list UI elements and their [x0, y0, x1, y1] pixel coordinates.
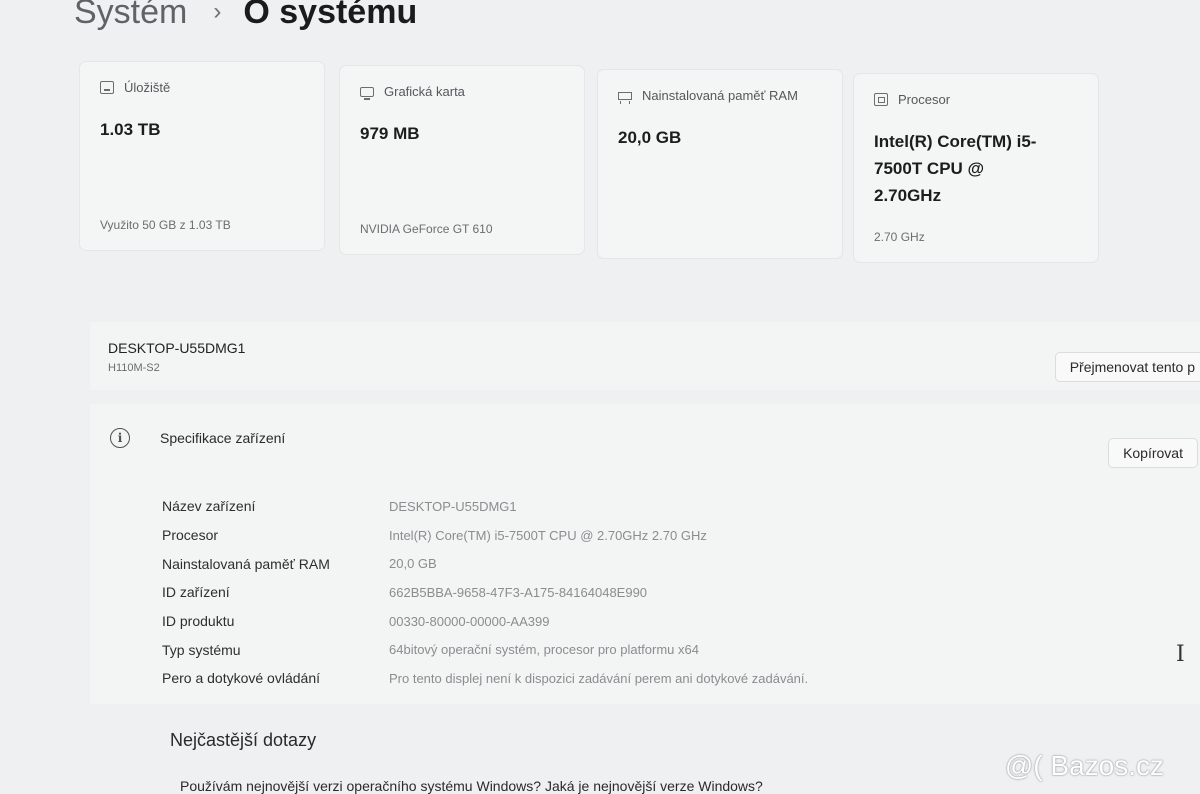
device-specifications-section: i Specifikace zařízení Kopírovat Název z… — [90, 404, 1200, 704]
faq-title: Nejčastější dotazy — [170, 730, 317, 750]
device-model: H110M-S2 — [108, 362, 160, 374]
breadcrumb-separator: › — [213, 0, 222, 25]
processor-icon — [874, 93, 888, 106]
spec-label: ID zařízení — [162, 584, 230, 601]
breadcrumb: Systém › O systému — [74, 0, 417, 38]
spec-row-pen-touch: Pero a dotykové ovládání Pro tento displ… — [162, 664, 808, 693]
spec-value[interactable]: 662B5BBA-9658-47F3-A175-84164048E990 — [389, 585, 647, 600]
spec-row-device-name: Název zařízení DESKTOP-U55DMG1 — [162, 492, 808, 521]
spec-label: Typ systému — [162, 641, 241, 658]
spec-value[interactable]: Pro tento displej není k dispozici zadáv… — [389, 671, 808, 686]
monitor-icon — [360, 86, 374, 100]
storage-card-title: Úložiště — [124, 80, 171, 95]
spec-label: Pero a dotykové ovládání — [162, 670, 320, 687]
device-specifications-title: Specifikace zařízení — [160, 430, 286, 446]
processor-card[interactable]: Procesor Intel(R) Core(TM) i5-7500T CPU … — [854, 74, 1098, 262]
info-icon: i — [110, 428, 130, 448]
graphics-card-adapter: NVIDIA GeForce GT 610 — [360, 222, 493, 236]
text-cursor-icon: I — [1176, 642, 1185, 667]
processor-card-title: Procesor — [898, 92, 951, 107]
spec-row-system-type: Typ systému 64bitový operační systém, pr… — [162, 635, 808, 664]
specification-list: Název zařízení DESKTOP-U55DMG1 Procesor … — [162, 492, 808, 693]
spec-row-product-id: ID produktu 00330-80000-00000-AA399 — [162, 607, 808, 636]
faq-question-link[interactable]: Používám nejnovější verzi operačního sys… — [180, 778, 763, 794]
graphics-card-title: Grafická karta — [384, 84, 465, 99]
spec-value[interactable]: 64bitový operační systém, procesor pro p… — [389, 642, 699, 657]
spec-label: Nainstalovaná paměť RAM — [162, 555, 330, 572]
memory-icon — [618, 91, 632, 103]
spec-value[interactable]: Intel(R) Core(TM) i5-7500T CPU @ 2.70GHz… — [389, 528, 707, 543]
spec-row-processor: Procesor Intel(R) Core(TM) i5-7500T CPU … — [162, 521, 808, 550]
rename-pc-button[interactable]: Přejmenovat tento p — [1054, 352, 1200, 382]
graphics-card[interactable]: Grafická karta 979 MB NVIDIA GeForce GT … — [340, 66, 584, 254]
spec-value[interactable]: 00330-80000-00000-AA399 — [389, 614, 549, 629]
spec-row-ram: Nainstalovaná paměť RAM 20,0 GB — [162, 549, 808, 578]
storage-card-header: Úložiště — [100, 80, 170, 95]
storage-card-usage: Využito 50 GB z 1.03 TB — [100, 218, 231, 232]
watermark: @( Bazos.cz — [1004, 750, 1164, 781]
spec-label: ID produktu — [162, 613, 235, 630]
ram-card-title: Nainstalovaná paměť RAM — [642, 88, 798, 103]
spec-row-device-id: ID zařízení 662B5BBA-9658-47F3-A175-8416… — [162, 578, 808, 607]
spec-label: Název zařízení — [162, 498, 256, 515]
spec-label: Procesor — [162, 527, 219, 544]
spec-value[interactable]: DESKTOP-U55DMG1 — [389, 499, 517, 514]
processor-card-header: Procesor — [874, 92, 950, 107]
copy-button[interactable]: Kopírovat — [1108, 438, 1198, 468]
device-name: DESKTOP-U55DMG1 — [108, 340, 246, 356]
storage-icon — [100, 81, 114, 94]
processor-card-speed: 2.70 GHz — [874, 230, 925, 244]
storage-card-value: 1.03 TB — [100, 120, 161, 139]
ram-card-header: Nainstalovaná paměť RAM — [618, 88, 798, 103]
page-title: O systému — [243, 0, 418, 31]
breadcrumb-parent-system[interactable]: Systém — [74, 0, 187, 32]
graphics-card-header: Grafická karta — [360, 84, 465, 100]
device-specifications-header[interactable]: i Specifikace zařízení — [110, 428, 285, 448]
graphics-card-value: 979 MB — [360, 124, 420, 143]
spec-value[interactable]: 20,0 GB — [389, 556, 437, 571]
processor-card-value: Intel(R) Core(TM) i5-7500T CPU @ 2.70GHz — [874, 132, 1037, 205]
ram-card-value: 20,0 GB — [618, 128, 682, 147]
ram-card[interactable]: Nainstalovaná paměť RAM 20,0 GB — [598, 70, 842, 258]
device-name-section: DESKTOP-U55DMG1 H110M-S2 Přejmenovat ten… — [90, 322, 1200, 390]
storage-card[interactable]: Úložiště 1.03 TB Využito 50 GB z 1.03 TB — [80, 62, 324, 250]
